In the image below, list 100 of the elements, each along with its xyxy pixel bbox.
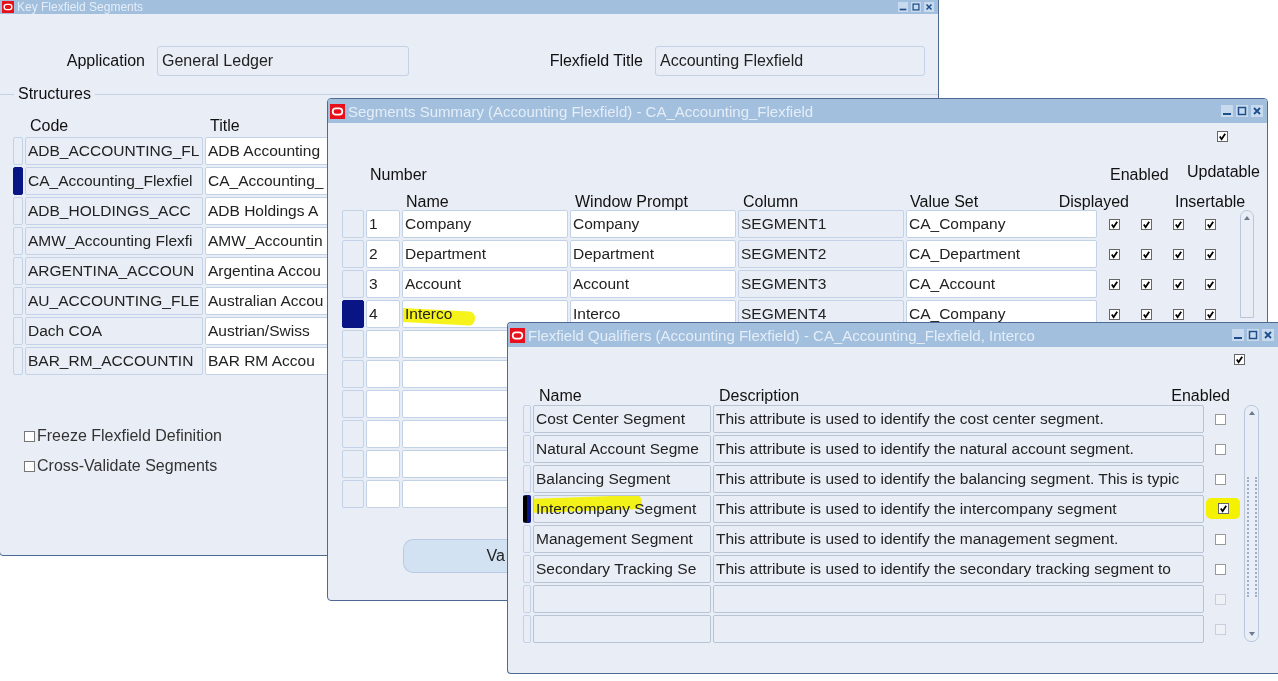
column-header: Enabled bbox=[1171, 387, 1230, 405]
scrollbar[interactable] bbox=[1244, 405, 1259, 642]
table-cell: Company bbox=[402, 210, 568, 238]
checkbox[interactable] bbox=[1214, 443, 1226, 455]
table-cell bbox=[366, 360, 400, 388]
column-header: Title bbox=[209, 117, 241, 135]
table-cell: CA_Account bbox=[906, 270, 1097, 298]
checkbox[interactable] bbox=[1108, 218, 1120, 230]
table-cell: 4 bbox=[366, 300, 400, 328]
table-cell: Interco bbox=[402, 300, 568, 328]
column-header: Name bbox=[406, 193, 449, 211]
table-cell bbox=[366, 420, 400, 448]
window-title: Segments Summary (Accounting Flexfield) - CA_Accounting_Flexfield bbox=[348, 102, 814, 120]
checkbox[interactable] bbox=[1172, 218, 1184, 230]
table-cell: Dach COA bbox=[25, 317, 203, 345]
validate-button[interactable]: Va bbox=[403, 539, 507, 573]
maximize-icon[interactable] bbox=[1236, 105, 1248, 117]
maximize-icon[interactable] bbox=[1247, 329, 1259, 341]
checkbox[interactable] bbox=[1140, 278, 1152, 290]
checkbox-label: Freeze Flexfield Definition bbox=[37, 427, 222, 445]
scrollbar[interactable] bbox=[1240, 210, 1254, 318]
checkbox[interactable] bbox=[1204, 308, 1216, 320]
table-cell: Balancing Segment bbox=[533, 465, 711, 493]
checkbox[interactable] bbox=[1108, 278, 1120, 290]
checkbox[interactable] bbox=[1172, 278, 1184, 290]
minimize-icon[interactable] bbox=[1232, 329, 1244, 341]
field-label: Flexfield Title bbox=[548, 52, 643, 70]
app-logo-icon bbox=[330, 103, 345, 119]
application-field[interactable]: General Ledger bbox=[157, 46, 409, 76]
table-cell: This attribute is used to identify the management segment. bbox=[713, 525, 1204, 553]
app-logo-icon bbox=[2, 1, 14, 13]
checkbox[interactable] bbox=[1214, 563, 1226, 575]
column-header: Updatable bbox=[1187, 163, 1260, 182]
scroll-down-icon[interactable] bbox=[1246, 630, 1257, 638]
table-cell: Account bbox=[570, 270, 736, 298]
table-cell: ARGENTINA_ACCOUN bbox=[25, 257, 203, 285]
checkbox[interactable] bbox=[1108, 308, 1120, 320]
table-cell: Department bbox=[402, 240, 568, 268]
table-cell: This attribute is used to identify the cost center segment. bbox=[713, 405, 1204, 433]
checkbox[interactable] bbox=[1214, 533, 1226, 545]
table-cell: CA_Accounting_Flexfiel bbox=[25, 167, 203, 195]
table-cell bbox=[366, 390, 400, 418]
checkbox[interactable] bbox=[1217, 503, 1229, 514]
maximize-icon[interactable] bbox=[911, 2, 921, 12]
checkbox[interactable] bbox=[1172, 248, 1184, 260]
table-cell bbox=[366, 330, 400, 358]
checkbox[interactable] bbox=[1140, 248, 1152, 260]
table-cell: ADB_HOLDINGS_ACC bbox=[25, 197, 203, 225]
scroll-up-icon[interactable] bbox=[1246, 409, 1257, 417]
row-indicator[interactable] bbox=[523, 495, 531, 523]
table-cell: Secondary Tracking Se bbox=[533, 555, 711, 583]
table-cell: BAR_RM_ACCOUNTIN bbox=[25, 347, 203, 375]
checkbox[interactable] bbox=[1234, 354, 1245, 365]
table-cell: This attribute is used to identify the intercompany segment bbox=[713, 495, 1204, 523]
column-header: Name bbox=[539, 387, 582, 405]
close-icon[interactable] bbox=[1251, 105, 1263, 117]
table-cell: This attribute is used to identify the balancing segment. This is typic bbox=[713, 465, 1204, 493]
table-cell: 1 bbox=[366, 210, 400, 238]
app-logo-icon bbox=[510, 327, 525, 343]
checkbox[interactable] bbox=[1204, 278, 1216, 290]
checkbox[interactable] bbox=[1140, 308, 1152, 320]
table-cell: This attribute is used to identify the natural account segment. bbox=[713, 435, 1204, 463]
column-header: Value Set bbox=[910, 193, 979, 211]
checkbox-label: Cross-Validate Segments bbox=[37, 457, 218, 475]
table-cell: SEGMENT2 bbox=[738, 240, 904, 268]
table-cell: 3 bbox=[366, 270, 400, 298]
column-header: Column bbox=[743, 193, 799, 211]
minimize-icon[interactable] bbox=[1221, 105, 1233, 117]
table-cell bbox=[366, 450, 400, 478]
checkbox[interactable] bbox=[1214, 473, 1226, 485]
column-header: Insertable bbox=[1175, 193, 1246, 211]
checkbox[interactable] bbox=[1108, 248, 1120, 260]
column-header: Code bbox=[29, 117, 70, 135]
table-cell bbox=[366, 480, 400, 508]
table-cell: AU_ACCOUNTING_FLE bbox=[25, 287, 203, 315]
minimize-icon[interactable] bbox=[898, 2, 908, 12]
checkbox[interactable] bbox=[24, 460, 35, 472]
table-cell: CA_Company bbox=[906, 210, 1097, 238]
checkbox[interactable] bbox=[1204, 248, 1216, 260]
table-cell: Cost Center Segment bbox=[533, 405, 711, 433]
close-icon[interactable] bbox=[1262, 329, 1274, 341]
checkbox[interactable] bbox=[1140, 218, 1152, 230]
checkbox[interactable] bbox=[1214, 413, 1226, 425]
table-cell: This attribute is used to identify the secondary tracking segment to bbox=[713, 555, 1204, 583]
table-cell: Department bbox=[570, 240, 736, 268]
window-title: Flexfield Qualifiers (Accounting Flexfield) - CA_Accounting_Flexfield, Interco bbox=[528, 326, 1035, 344]
close-icon[interactable] bbox=[924, 2, 934, 12]
flexfield-title-field[interactable]: Accounting Flexfield bbox=[655, 46, 925, 76]
table-cell: SEGMENT1 bbox=[738, 210, 904, 238]
table-cell: CA_Department bbox=[906, 240, 1097, 268]
checkbox[interactable] bbox=[24, 430, 35, 442]
field-label: Application bbox=[65, 52, 145, 70]
column-header: Description bbox=[719, 387, 800, 405]
checkbox[interactable] bbox=[1204, 218, 1216, 230]
table-cell: Management Segment bbox=[533, 525, 711, 553]
scroll-up-icon[interactable] bbox=[1242, 214, 1252, 222]
checkbox[interactable] bbox=[1217, 131, 1228, 142]
checkbox[interactable] bbox=[1172, 308, 1184, 320]
column-header: Enabled bbox=[1110, 166, 1169, 184]
window-title: Key Flexfield Segments bbox=[17, 0, 144, 14]
